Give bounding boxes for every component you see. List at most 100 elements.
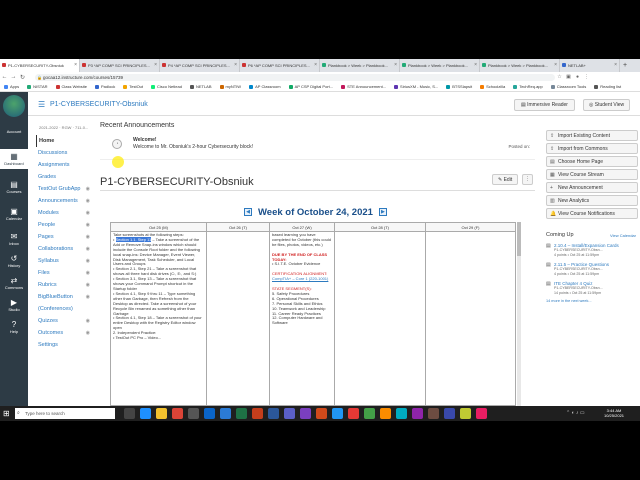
cert-item[interactable]: CompTIA+ – Core 1 (220-1001): [272, 276, 332, 282]
more-options-button[interactable]: ⋮: [522, 174, 533, 185]
app-icon[interactable]: [412, 408, 423, 419]
course-nav-item[interactable]: Assignments: [36, 159, 94, 171]
course-nav-item[interactable]: Modules ◉: [36, 207, 94, 219]
outlook-icon[interactable]: [204, 408, 215, 419]
close-icon[interactable]: ×: [74, 59, 77, 72]
forward-icon[interactable]: →: [9, 74, 18, 80]
browser-tab[interactable]: Plankbook > Week > Plankbook... ×: [320, 59, 400, 72]
view-calendar-link[interactable]: View Calendar: [610, 233, 636, 238]
bookmark-item[interactable]: NISTAR: [27, 84, 48, 89]
sidebar-button[interactable]: ▤ Choose Home Page: [546, 156, 638, 167]
app-icon[interactable]: [476, 408, 487, 419]
immersive-reader-button[interactable]: ▤ Immersive Reader: [514, 99, 575, 111]
global-nav-commons[interactable]: ⇄ Commons: [0, 273, 28, 293]
windows-start-icon[interactable]: ⊞: [3, 409, 10, 418]
visibility-icon[interactable]: ◉: [86, 243, 90, 255]
app-icon[interactable]: [380, 408, 391, 419]
visibility-icon[interactable]: ◉: [86, 195, 90, 207]
course-nav-item[interactable]: Outcomes ◉: [36, 327, 94, 339]
bookmark-item[interactable]: BTSSlapsit: [446, 84, 472, 89]
teams-icon[interactable]: [284, 408, 295, 419]
app-icon[interactable]: [364, 408, 375, 419]
global-nav-history[interactable]: ↺ History: [0, 251, 28, 271]
course-nav-item[interactable]: Quizzes ◉: [36, 315, 94, 327]
announcement-title[interactable]: Welcome!: [133, 137, 157, 143]
bookmark-item[interactable]: Schoolzilla: [480, 84, 505, 89]
global-nav-account[interactable]: ☺Account: [0, 120, 28, 146]
visibility-icon[interactable]: ◉: [86, 315, 90, 327]
extensions-icon[interactable]: ▣: [564, 74, 573, 80]
system-tray-icons[interactable]: ⌃ ◐ ♪ ▭: [566, 410, 585, 416]
app-icon[interactable]: [428, 408, 439, 419]
browser-tab[interactable]: P3 *AP COMP SCI PRINCIPLES... ×: [80, 59, 160, 72]
global-nav-inbox[interactable]: ✉ Inbox: [0, 229, 28, 249]
course-nav-item[interactable]: Syllabus ◉: [36, 255, 94, 267]
new-tab-button[interactable]: +: [620, 59, 630, 72]
bookmark-item[interactable]: AP Classroom: [249, 84, 281, 89]
edit-button[interactable]: ✎ Edit: [492, 174, 519, 185]
visibility-icon[interactable]: ◉: [86, 267, 90, 279]
course-nav-item[interactable]: Announcements ◉: [36, 195, 94, 207]
close-icon[interactable]: ×: [614, 59, 617, 72]
app-icon[interactable]: [348, 408, 359, 419]
course-nav-item[interactable]: Pages ◉: [36, 231, 94, 243]
course-nav-item[interactable]: Settings: [36, 339, 94, 351]
menu-icon[interactable]: ⋮: [582, 74, 591, 80]
close-icon[interactable]: ×: [394, 59, 397, 72]
visibility-icon[interactable]: ◉: [86, 279, 90, 291]
back-icon[interactable]: ←: [0, 74, 9, 80]
bookmark-item[interactable]: Cisco Netlead: [151, 84, 182, 89]
close-icon[interactable]: ×: [474, 59, 477, 72]
profile-icon[interactable]: ●: [573, 74, 582, 80]
hamburger-icon[interactable]: ☰: [38, 100, 45, 109]
sidebar-button[interactable]: + New Announcement: [546, 182, 638, 193]
global-nav-courses[interactable]: ▤ Courses: [0, 177, 28, 197]
browser-tab[interactable]: Plankbook > Week > Plankbook... ×: [400, 59, 480, 72]
breadcrumb[interactable]: P1-CYBERSECURITY-Obsniuk: [50, 101, 148, 108]
scrollbar-thumb[interactable]: [517, 222, 521, 256]
browser-tab[interactable]: P4 *AP COMP SCI PRINCIPLES... ×: [160, 59, 240, 72]
next-week-button[interactable]: ▶: [378, 208, 387, 216]
visibility-icon[interactable]: ◉: [86, 207, 90, 219]
course-nav-item[interactable]: BigBlueButton (Conferences) ◉: [36, 291, 94, 315]
store-icon[interactable]: [188, 408, 199, 419]
edge-icon[interactable]: [140, 408, 151, 419]
visibility-icon[interactable]: ◉: [86, 255, 90, 267]
visibility-icon[interactable]: ◉: [86, 219, 90, 231]
bookmark-item[interactable]: myNTIW: [219, 84, 241, 89]
sidebar-button[interactable]: ⇪ Import Existing Content: [546, 130, 638, 141]
table-scrollbar[interactable]: [517, 222, 521, 406]
star-icon[interactable]: ☆: [555, 74, 564, 80]
file-explorer-icon[interactable]: [156, 408, 167, 419]
task-view-icon[interactable]: [124, 408, 135, 419]
app-icon[interactable]: [300, 408, 311, 419]
bookmark-item[interactable]: AP CSP Digital Port...: [288, 84, 333, 89]
bookmark-item[interactable]: Class Website: [55, 84, 87, 89]
course-nav-item[interactable]: Files ◉: [36, 267, 94, 279]
browser-tab[interactable]: P6 *AP COMP SCI PRINCIPLES... ×: [240, 59, 320, 72]
coming-up-item[interactable]: ▤ 2.11.5 – Practice Questions P1-CYBERSECU…: [546, 262, 638, 276]
reload-icon[interactable]: ↻: [18, 74, 27, 81]
sidebar-button[interactable]: ▥ New Analytics: [546, 195, 638, 206]
global-nav-dashboard[interactable]: ▦ Dashboard: [0, 149, 28, 169]
course-nav-item[interactable]: TestOut GrubApp ◉: [36, 183, 94, 195]
browser-tab[interactable]: P1-CYBERSECURITY-Obsniuk ×: [0, 59, 80, 72]
close-icon[interactable]: ×: [154, 59, 157, 72]
app-icon[interactable]: [444, 408, 455, 419]
bookmark-item[interactable]: TechReq.app: [513, 84, 543, 89]
system-clock[interactable]: 3:44 AM 10/25/2021: [604, 408, 624, 418]
more-in-week-link[interactable]: 14 more in the next week...: [546, 299, 638, 303]
browser-tab[interactable]: NETLAB+ ×: [560, 59, 620, 72]
visibility-icon[interactable]: ◉: [86, 291, 90, 303]
close-icon[interactable]: ×: [234, 59, 237, 72]
sidebar-button[interactable]: 🔔 View Course Notifications: [546, 208, 638, 219]
app-icon[interactable]: [460, 408, 471, 419]
visibility-icon[interactable]: ◉: [86, 183, 90, 195]
powerpoint-icon[interactable]: [252, 408, 263, 419]
excel-icon[interactable]: [236, 408, 247, 419]
bookmark-item[interactable]: Apps: [4, 84, 19, 89]
bookmark-item[interactable]: SiriusXM - Music, S...: [394, 84, 438, 89]
coming-up-item[interactable]: ▤ 2.10.4 – Install/Expansion Cards P1-CYBE…: [546, 243, 638, 257]
bookmark-item[interactable]: Reading list: [594, 84, 621, 89]
app-icon[interactable]: [316, 408, 327, 419]
